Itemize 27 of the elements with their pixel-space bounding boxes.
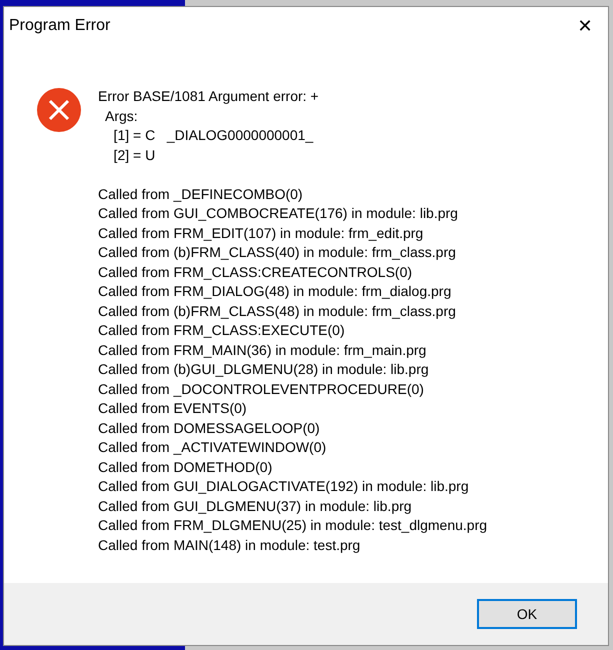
message-line: Called from DOMETHOD(0) (98, 458, 274, 477)
message-line: Called from GUI_COMBOCREATE(176) in module: lib.prg (98, 204, 459, 223)
error-icon (36, 87, 82, 133)
message-line: [2] = U (112, 146, 156, 165)
ok-button[interactable]: OK (477, 599, 577, 629)
message-line: Called from FRM_EDIT(107) in module: frm_edit.prg (98, 224, 424, 243)
message-line: Called from DOMESSAGELOOP(0) (98, 418, 321, 438)
window-title: Program Error (9, 17, 110, 35)
message-line: Called from FRM_CLASS:CREATECONTROLS(0) (98, 262, 414, 282)
close-button[interactable]: ✕ (562, 10, 608, 42)
message-line: Called from (b)FRM_CLASS(40) in module: frm_class.prg (98, 243, 457, 262)
message-line: Called from _DOCONTROLEVENTPROCEDURE(0) (98, 380, 425, 399)
message-line: Called from (b)GUI_DLGMENU(28) in module: lib.prg (98, 360, 430, 379)
message-line: Called from (b)FRM_CLASS(48) in module: frm_class.prg (98, 302, 457, 321)
message-line: Called from EVENTS(0) (98, 399, 248, 418)
message-line: Called from MAIN(148) in module: test.prg (98, 536, 362, 555)
message-line: Error BASE/1081 Argument error: + (98, 87, 320, 106)
message-line: Called from _DEFINECOMBO(0) (98, 184, 304, 204)
message-line: Called from FRM_DLGMENU(25) in module: test_dlgmenu.prg (98, 516, 488, 535)
message-line: Called from FRM_MAIN(36) in module: frm_main.prg (98, 340, 428, 360)
message-line: Called from _ACTIVATEWINDOW(0) (98, 438, 328, 457)
message-line: Called from GUI_DIALOGACTIVATE(192) in module: lib.prg (98, 477, 470, 496)
message-line: Called from FRM_DIALOG(48) in module: frm_dialog.prg (98, 282, 452, 301)
message-line: Called from GUI_DLGMENU(37) in module: lib.prg (98, 496, 413, 516)
message-line: Args: (104, 106, 139, 126)
message-line: [1] = C _DIALOG0000000001_ (112, 126, 314, 145)
message-line: Called from FRM_CLASS:EXECUTE(0) (98, 321, 346, 340)
